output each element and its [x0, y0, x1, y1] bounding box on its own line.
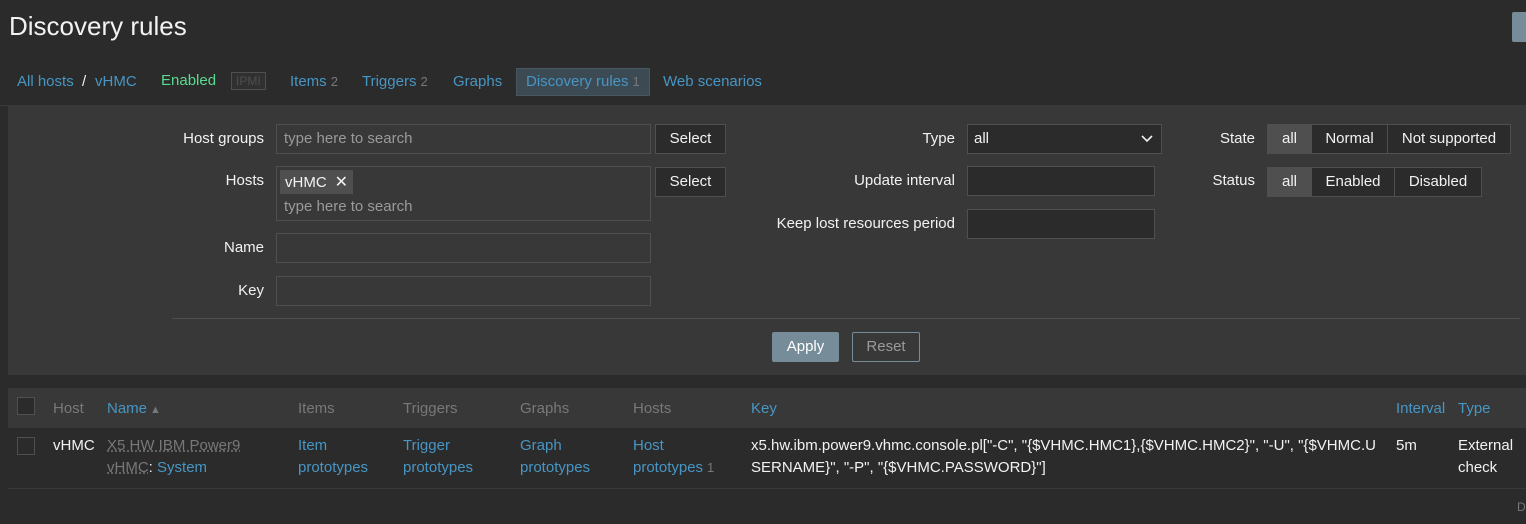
trigger-prototypes-l1[interactable]: Trigger [403, 435, 473, 457]
row-type-l1: External [1458, 437, 1514, 454]
host-chip-label: vHMC [285, 174, 327, 191]
column-interval[interactable]: Interval [1396, 400, 1445, 417]
name-input[interactable] [276, 233, 651, 263]
graph-prototypes-l1[interactable]: Graph [520, 435, 590, 457]
hosts-placeholder: type here to search [284, 198, 413, 215]
host-prototypes-count: 1 [707, 460, 715, 475]
column-type[interactable]: Type [1458, 400, 1491, 417]
state-normal-option[interactable]: Normal [1311, 124, 1388, 154]
column-key[interactable]: Key [751, 400, 777, 417]
header-action-button[interactable] [1512, 12, 1526, 42]
tab-triggers[interactable]: Triggers 2 [362, 73, 428, 90]
keep-lost-label: Keep lost resources period [776, 215, 955, 232]
reset-button[interactable]: Reset [852, 332, 920, 362]
row-type-l2: check [1458, 459, 1498, 476]
row-checkbox[interactable] [17, 437, 35, 455]
apply-button[interactable]: Apply [772, 332, 839, 362]
select-all-checkbox[interactable] [17, 397, 35, 415]
trigger-prototypes-link[interactable]: Trigger prototypes [403, 435, 473, 479]
host-prototypes-cell: Host prototypes 1 [633, 435, 714, 479]
graph-prototypes-link[interactable]: Graph prototypes [520, 435, 590, 479]
tab-items-count: 2 [330, 74, 338, 89]
row-type: External check [1458, 435, 1513, 479]
row-name-cell: X5 HW IBM Power9 vHMC: System [107, 435, 287, 479]
row-host: vHMC [53, 437, 95, 454]
host-prototypes-l2[interactable]: prototypes [633, 459, 703, 476]
type-label: Type [922, 130, 955, 147]
row-template-link[interactable]: X5 HW IBM Power9 [107, 437, 240, 454]
page-title: Discovery rules [9, 11, 187, 41]
column-name-label[interactable]: Name [107, 400, 147, 417]
host-prototypes-l1[interactable]: Host [633, 435, 714, 457]
item-prototypes-link[interactable]: Item prototypes [298, 435, 368, 479]
status-enabled-option[interactable]: Enabled [1311, 167, 1395, 197]
breadcrumb-all-hosts[interactable]: All hosts [17, 73, 74, 90]
tab-discovery-rules[interactable]: Discovery rules 1 [516, 68, 650, 96]
graph-prototypes-l2[interactable]: prototypes [520, 457, 590, 479]
tab-discovery-label[interactable]: Discovery rules [526, 73, 629, 90]
filter-divider [172, 318, 1520, 319]
row-key-l2: SERNAME}", "-P", "{$VHMC.PASSWORD}"] [751, 459, 1046, 476]
status-disabled-option[interactable]: Disabled [1394, 167, 1482, 197]
tab-triggers-label[interactable]: Triggers [362, 73, 416, 90]
host-groups-label: Host groups [183, 130, 264, 147]
column-hosts: Hosts [633, 400, 672, 417]
host-groups-select-button[interactable]: Select [655, 124, 726, 154]
status-label: Status [1212, 172, 1255, 189]
item-prototypes-l2[interactable]: prototypes [298, 457, 368, 479]
row-truncated-cell: D [1517, 500, 1526, 514]
close-icon[interactable]: ✕ [335, 174, 348, 191]
key-label: Key [238, 282, 264, 299]
hosts-select-button[interactable]: Select [655, 167, 726, 197]
column-name[interactable]: Name ▲ [107, 400, 161, 417]
update-interval-input[interactable] [967, 166, 1155, 196]
state-all-option[interactable]: all [1267, 124, 1312, 154]
name-label: Name [223, 239, 264, 256]
row-interval: 5m [1396, 437, 1417, 454]
column-graphs: Graphs [520, 400, 570, 417]
host-nav-bar: All hosts / vHMC Enabled IPMI Items 2 Tri… [0, 55, 1526, 106]
tab-discovery-count: 1 [632, 74, 640, 89]
sort-ascending-icon: ▲ [150, 404, 161, 416]
row-key: x5.hw.ibm.power9.vhmc.console.pl["-C", "… [751, 435, 1391, 479]
key-input[interactable] [276, 276, 651, 306]
chevron-down-icon [1141, 135, 1153, 143]
tab-web-scenarios[interactable]: Web scenarios [663, 73, 762, 90]
column-host: Host [53, 400, 84, 417]
row-template-host-link[interactable]: vHMC [107, 459, 149, 476]
hosts-label: Hosts [225, 172, 264, 189]
row-name-link[interactable]: System [157, 459, 207, 476]
tab-items-label[interactable]: Items [290, 73, 327, 90]
item-prototypes-l1[interactable]: Item [298, 435, 368, 457]
status-all-option[interactable]: all [1267, 167, 1312, 197]
column-triggers: Triggers [403, 400, 458, 417]
update-interval-label: Update interval [854, 172, 955, 189]
host-groups-placeholder: type here to search [284, 130, 413, 147]
type-select-value: all [974, 130, 990, 147]
tab-items[interactable]: Items 2 [290, 73, 338, 90]
host-status-enabled[interactable]: Enabled [161, 72, 216, 89]
breadcrumb-host[interactable]: vHMC [95, 73, 137, 90]
column-items: Items [298, 400, 335, 417]
state-label: State [1219, 130, 1255, 147]
keep-lost-input[interactable] [967, 209, 1155, 239]
trigger-prototypes-l2[interactable]: prototypes [403, 457, 473, 479]
ipmi-badge: IPMI [231, 72, 266, 90]
host-chip: vHMC ✕ [280, 170, 354, 194]
row-key-l1: x5.hw.ibm.power9.vhmc.console.pl["-C", "… [751, 437, 1376, 454]
breadcrumb-separator: / [82, 73, 87, 90]
row-name-separator: : [148, 459, 153, 476]
state-not-supported-option[interactable]: Not supported [1387, 124, 1511, 154]
tab-triggers-count: 2 [420, 74, 428, 89]
tab-graphs[interactable]: Graphs [453, 73, 502, 90]
type-select[interactable]: all [967, 124, 1162, 154]
